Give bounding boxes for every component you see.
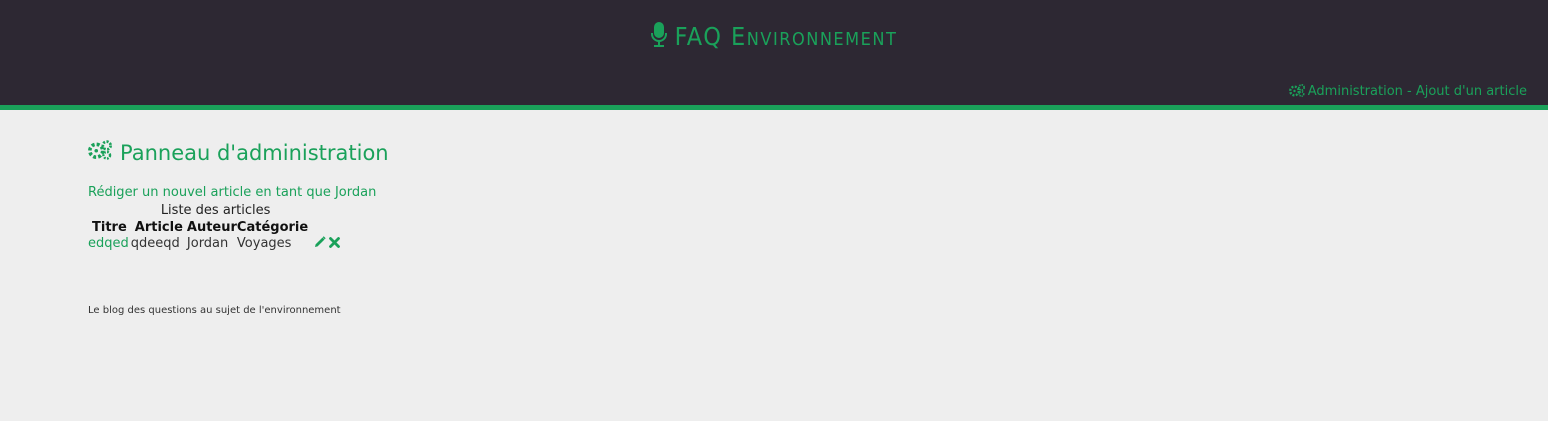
column-header-title: Titre [92,220,127,235]
cell-actions [308,235,343,252]
cell-category: Voyages [236,236,292,251]
admin-add-article-link[interactable]: Administration - Ajout d'un article [1288,84,1527,101]
gears-icon [87,140,112,165]
footer-tagline: Le blog des questions au sujet de l'envi… [88,305,341,316]
column-header-author: Auteur [186,220,237,235]
column-header-article: Article [134,220,183,235]
admin-link-label: Administration - Ajout d'un article [1307,84,1527,99]
column-header-category: Catégorie [236,220,309,235]
site-header: FAQ Environnement Administration - Ajout… [0,0,1548,110]
articles-table: Liste des articles Titre Article Auteur … [88,203,343,252]
table-row: edqed qdeeqd Jordan Voyages [88,235,343,252]
main-content: Panneau d'administration Rédiger un nouv… [87,140,389,252]
gears-icon [1288,84,1305,101]
page-title-text: Panneau d'administration [120,140,389,165]
cell-title: edqed [88,235,131,252]
cell-author: Jordan [186,236,229,251]
table-header-row: Titre Article Auteur Catégorie [88,220,343,235]
close-icon[interactable] [329,237,341,252]
table-caption: Liste des articles [160,203,271,218]
site-brand[interactable]: FAQ Environnement [0,22,1548,54]
write-article-link[interactable]: Rédiger un nouvel article en tant que Jo… [88,185,389,200]
microphone-icon [650,22,667,54]
article-title-link[interactable]: edqed [88,236,129,251]
column-header-actions [308,220,343,235]
brand-title: FAQ Environnement [674,22,898,51]
page-title: Panneau d'administration [87,140,389,165]
cell-article: qdeeqd [130,236,180,251]
pencil-icon[interactable] [314,236,326,252]
